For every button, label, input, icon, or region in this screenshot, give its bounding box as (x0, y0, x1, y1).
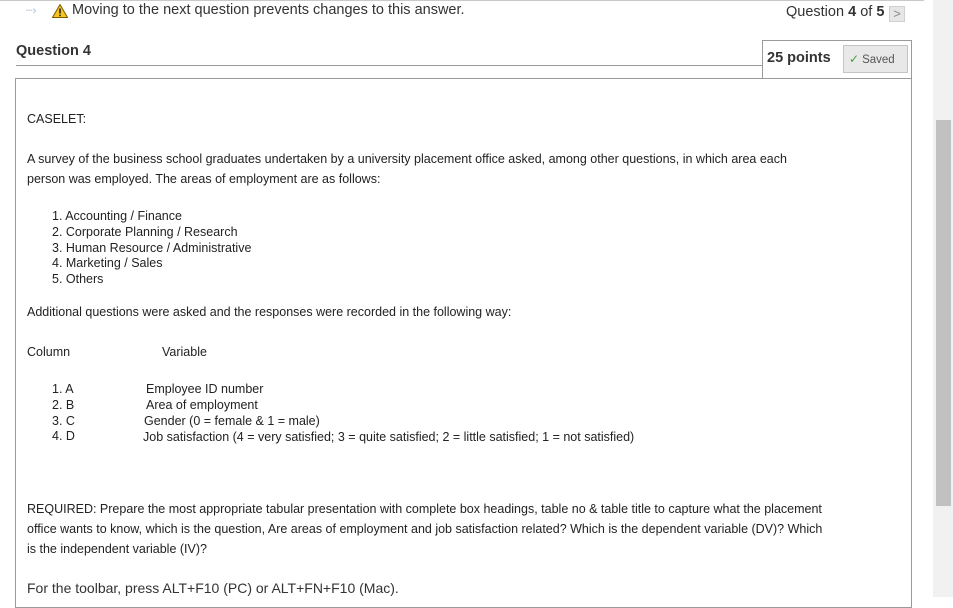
intro-paragraph-line-2: person was employed. The areas of employ… (27, 172, 381, 186)
list-item: 4. D (52, 429, 75, 444)
points-label: 25 points (767, 50, 831, 66)
saved-status-badge: ✓ Saved (843, 45, 908, 73)
top-bar: ┄› Moving to the next question prevents … (0, 0, 924, 23)
question-counter: Question 4 of 5 (786, 4, 884, 20)
question-counter-of: of (860, 4, 873, 20)
variable-item: Job satisfaction (4 = very satisfied; 3 … (143, 430, 635, 444)
toolbar-hint: For the toolbar, press ALT+F10 (PC) or A… (27, 580, 399, 596)
next-question-button[interactable]: > (889, 6, 905, 22)
arrow-right-icon: ┄› (26, 5, 37, 17)
question-divider (16, 65, 762, 66)
variable-header: Variable (162, 345, 207, 359)
additional-questions-text: Additional questions were asked and the … (27, 305, 512, 319)
required-line-2: office wants to know, which is the quest… (27, 522, 823, 536)
variable-item: Employee ID number (146, 382, 264, 396)
list-item: 5. Others (52, 272, 104, 287)
saved-label: Saved (862, 54, 895, 66)
list-item: 1. A (52, 382, 74, 396)
variable-item: Gender (0 = female & 1 = male) (144, 414, 320, 428)
list-item: 1. Accounting / Finance (52, 209, 182, 223)
variable-item: Area of employment (146, 398, 258, 412)
column-list: 1. A 2. B 3. C 4. D (52, 382, 75, 445)
list-item: 3. C (52, 413, 75, 428)
column-header: Column (27, 345, 71, 359)
list-item: 4. Marketing / Sales (52, 256, 163, 271)
points-panel: 25 points ✓ Saved (762, 40, 912, 78)
question-title: Question 4 (16, 43, 91, 59)
question-current-number: 4 (848, 4, 857, 20)
question-counter-prefix: Question (786, 4, 845, 20)
warning-message: Moving to the next question prevents cha… (72, 2, 465, 18)
intro-paragraph-line-1: A survey of the business school graduate… (27, 152, 787, 166)
list-item: 3. Human Resource / Administrative (52, 240, 252, 255)
scrollbar-thumb[interactable] (936, 120, 951, 506)
list-item: 2. Corporate Planning / Research (52, 224, 238, 239)
required-line-1: REQUIRED: Prepare the most appropriate t… (27, 502, 822, 516)
check-icon: ✓ (849, 52, 860, 66)
warning-triangle-icon (52, 4, 68, 18)
required-line-3: is the independent variable (IV)? (27, 542, 207, 556)
question-total-number: 5 (876, 4, 885, 20)
list-item: 2. B (52, 397, 75, 412)
employment-areas-list: 1. Accounting / Finance 2. Corporate Pla… (52, 209, 251, 288)
caselet-heading: CASELET: (27, 112, 87, 126)
